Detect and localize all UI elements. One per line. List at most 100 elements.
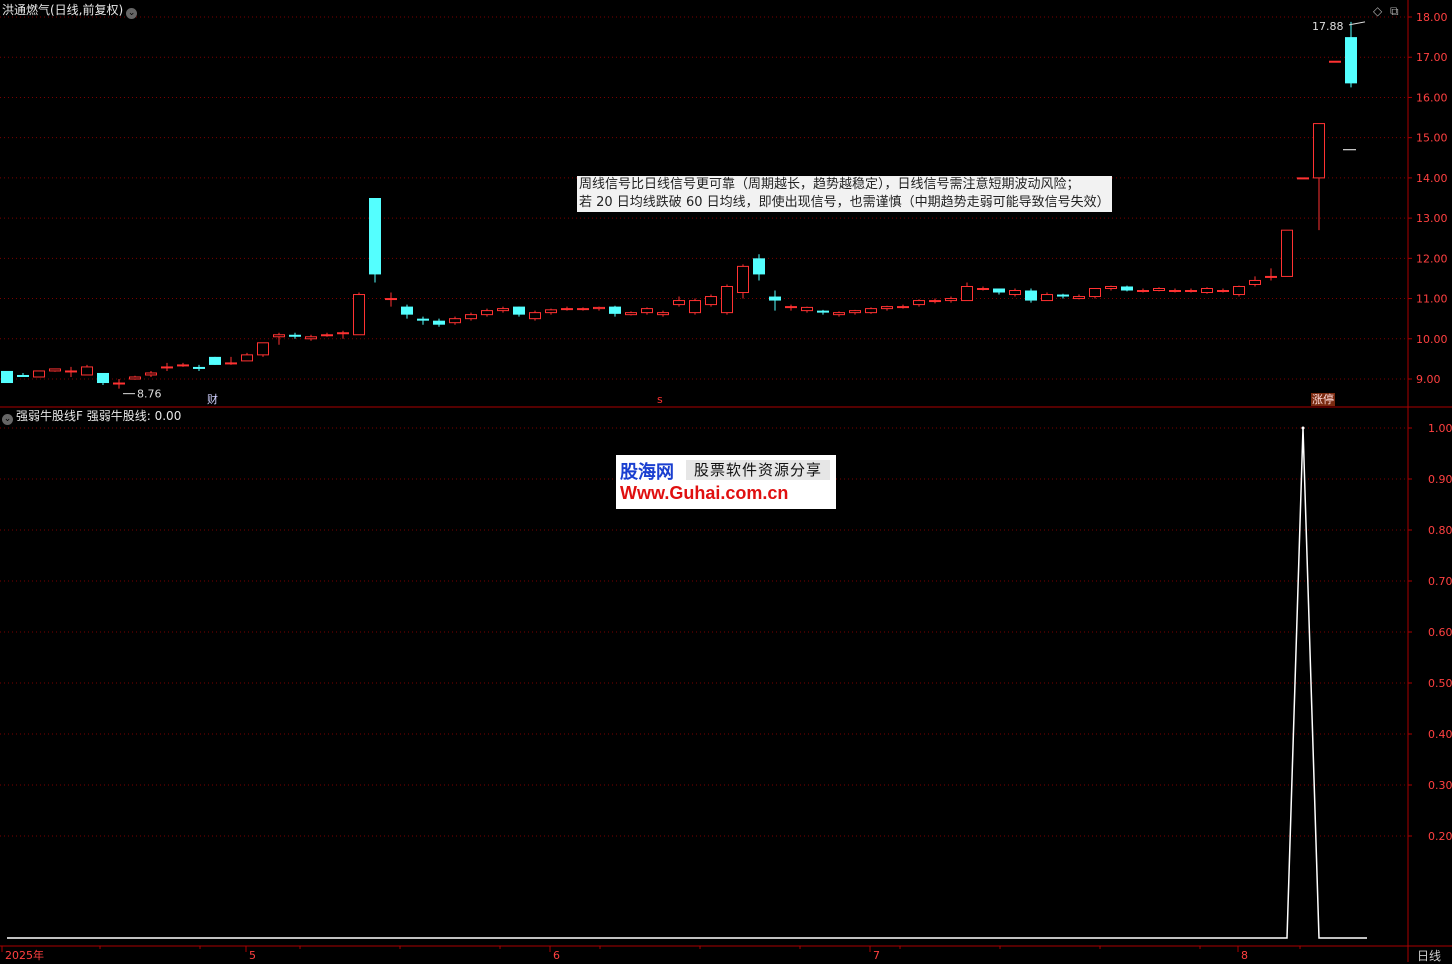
chevron-down-icon[interactable]: ⌄: [2, 414, 13, 425]
indicator-tick-label: 0.50: [1428, 677, 1452, 690]
candlestick: [849, 309, 861, 315]
candlestick: [33, 370, 45, 378]
candle-body: [545, 309, 557, 314]
candlestick: [865, 307, 877, 314]
candlestick: [1249, 276, 1261, 287]
stock-title[interactable]: 洪通燃气(日线,前复权) ⌄: [2, 3, 138, 19]
indicator-tick-label: 0.40: [1428, 728, 1452, 741]
window-restore-icon[interactable]: ⧉: [1390, 4, 1399, 19]
candlestick: [449, 316, 461, 325]
candlestick: [145, 370, 157, 377]
candle-body: [161, 366, 173, 369]
candlestick: [881, 305, 893, 311]
candle-body: [65, 370, 77, 373]
price-tick-label: 14.00: [1416, 172, 1448, 185]
candlestick: [1185, 288, 1197, 293]
candlestick: [1201, 287, 1213, 294]
indicator-tick-label: 0.80: [1428, 524, 1452, 537]
x-tick-label: 5: [249, 949, 256, 962]
candlestick: [609, 305, 621, 317]
diamond-icon[interactable]: ◇: [1373, 4, 1382, 18]
candlestick: [769, 290, 781, 311]
candle-body: [81, 366, 93, 376]
candlestick: [961, 282, 973, 302]
candle-body: [369, 198, 381, 275]
candlestick: [1153, 287, 1165, 292]
candlestick: [241, 352, 253, 362]
candle-body: [833, 312, 845, 316]
strategy-note: 周线信号比日线信号更可靠（周期越长，趋势越稳定），日线信号需注意短期波动风险； …: [577, 176, 1112, 212]
indicator-title[interactable]: ⌄ 强弱牛股线F 强弱牛股线: 0.00: [2, 409, 181, 425]
candle-body: [945, 298, 957, 302]
candlestick: [833, 311, 845, 317]
candle-body: [353, 294, 365, 336]
candle-body: [257, 342, 269, 356]
chevron-down-icon[interactable]: ⌄: [126, 8, 138, 19]
watermark-url: Www.Guhai.com.cn: [620, 483, 789, 503]
candle-body: [1233, 285, 1245, 296]
candlestick: [593, 306, 605, 311]
price-tick-label: 10.00: [1416, 333, 1448, 346]
candlestick: [113, 379, 125, 389]
candlestick: [289, 332, 301, 339]
candle-body: [769, 296, 781, 301]
candlestick: [353, 292, 365, 336]
candle-body: [993, 288, 1005, 293]
candle-body: [49, 368, 61, 372]
candlestick: [945, 296, 957, 303]
candle-body: [97, 372, 109, 384]
candlestick: [385, 292, 397, 307]
period-label[interactable]: 日线: [1417, 947, 1441, 964]
watermark-brand: 股海网: [620, 462, 674, 482]
candle-body: [641, 308, 653, 314]
candlestick: [977, 286, 989, 291]
candlestick: [673, 296, 685, 307]
candlestick: [1105, 285, 1117, 291]
candle-body: [785, 306, 797, 309]
indicator-tick-label: 0.70: [1428, 575, 1452, 588]
indicator-tick-label: 0.90: [1428, 473, 1452, 486]
candle-body: [1089, 288, 1101, 298]
price-tick-label: 13.00: [1416, 212, 1448, 225]
candlestick: [225, 356, 237, 365]
candle-body: [513, 306, 525, 315]
candlestick: [545, 308, 557, 315]
candlestick: [305, 334, 317, 341]
price-tick-label: 16.00: [1416, 91, 1448, 104]
candle-body: [193, 366, 205, 369]
candlestick: [1345, 21, 1357, 88]
candlestick: [417, 316, 429, 325]
candlestick: [753, 254, 765, 281]
candle-body: [897, 306, 909, 309]
indicator-tick-label: 0.20: [1428, 830, 1452, 843]
stock-title-text: 洪通燃气(日线,前复权): [2, 3, 124, 17]
candle-body: [433, 320, 445, 325]
candlestick: [577, 307, 589, 311]
candlestick: [177, 362, 189, 367]
candle-body: [321, 334, 333, 337]
x-tick-label: 7: [873, 949, 880, 962]
candlestick: [321, 332, 333, 337]
x-tick-label: 2025年: [5, 948, 44, 962]
candlestick: [929, 298, 941, 304]
price-tick-label: 11.00: [1416, 293, 1448, 306]
candlestick: [1281, 229, 1293, 277]
candlestick: [1, 370, 13, 384]
marker-s[interactable]: s: [657, 393, 663, 406]
marker-limit-up[interactable]: 涨停: [1311, 393, 1335, 406]
candle-body: [1153, 288, 1165, 292]
candle-body: [1265, 275, 1277, 278]
candlestick: [641, 307, 653, 315]
candle-body: [1217, 290, 1229, 293]
price-tick-label: 17.00: [1416, 51, 1448, 64]
candle-body: [1281, 229, 1293, 277]
candle-body: [385, 298, 397, 301]
candlestick: [1121, 285, 1133, 292]
candle-body: [17, 374, 29, 377]
watermark-tagline: 股票软件资源分享: [686, 460, 830, 480]
candle-body: [577, 308, 589, 311]
candlestick: [993, 288, 1005, 295]
marker-cai[interactable]: 财: [207, 393, 218, 406]
candle-body: [657, 312, 669, 316]
candlestick: [1217, 288, 1229, 293]
